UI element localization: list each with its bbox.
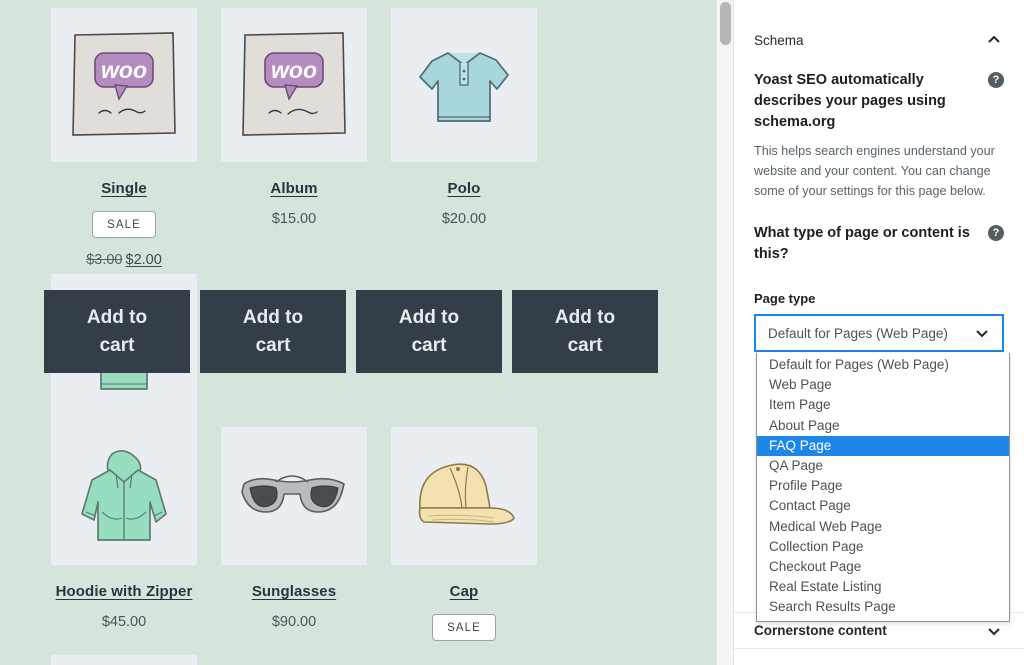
sale-badge: SALE — [432, 614, 496, 641]
product-row-2: Hoodie with Zipper $45.00 Sunglasses $90… — [44, 427, 694, 665]
baseball-cap-icon — [418, 463, 515, 525]
page-type-option[interactable]: Web Page — [757, 375, 1009, 395]
schema-panel-title: Schema — [754, 32, 804, 48]
hoodie-with-zipper-icon — [81, 450, 167, 541]
sale-badge: SALE — [92, 211, 156, 238]
help-circle-icon[interactable]: ? — [988, 72, 1004, 88]
page-type-select[interactable]: Default for Pages (Web Page) — [754, 314, 1004, 352]
page-type-option[interactable]: Default for Pages (Web Page) — [757, 355, 1009, 375]
product-image-hoodie-with-zipper[interactable] — [51, 427, 197, 565]
product-title[interactable]: Polo — [448, 180, 481, 197]
woo-single-album-cover-icon: woo — [72, 32, 176, 136]
product-image-single[interactable]: woo — [51, 8, 197, 162]
svg-text:woo: woo — [271, 57, 317, 83]
page-type-option[interactable]: Item Page — [757, 395, 1009, 415]
sale-price: $2.00 — [125, 252, 162, 268]
page-type-option[interactable]: Contact Page — [757, 496, 1009, 516]
product-price: $45.00 — [101, 614, 147, 630]
page-type-option[interactable]: About Page — [757, 416, 1009, 436]
vertical-scrollbar[interactable] — [716, 0, 733, 665]
svg-text:woo: woo — [101, 57, 147, 83]
page-type-select-wrapper: Default for Pages (Web Page) Default for… — [754, 314, 1010, 622]
page-type-option[interactable]: Profile Page — [757, 476, 1009, 496]
page-type-option[interactable]: Search Results Page — [757, 597, 1009, 617]
product-title[interactable]: Cap — [450, 583, 479, 600]
help-circle-icon[interactable]: ? — [988, 225, 1004, 241]
product-card-cap[interactable]: Cap SALE — [384, 427, 544, 655]
product-image-sunglasses[interactable] — [221, 427, 367, 565]
product-card-belt[interactable]: Belt SALE — [44, 655, 204, 665]
page-type-option[interactable]: Checkout Page — [757, 557, 1009, 577]
schema-intro-row: Yoast SEO automatically describes your p… — [754, 48, 1004, 133]
schema-panel-body: Yoast SEO automatically describes your p… — [734, 48, 1024, 622]
product-price: $3.00 $2.00 — [86, 252, 162, 268]
schema-panel-header[interactable]: Schema — [734, 0, 1024, 48]
chevron-up-icon[interactable] — [986, 32, 1002, 48]
schema-question-row: What type of page or content is this? ? — [754, 201, 1004, 265]
yoast-seo-sidebar: Schema Yoast SEO automatically describes… — [733, 0, 1024, 665]
product-title[interactable]: Single — [101, 180, 147, 197]
product-row-1: woo Single SALE $3.00 $2.00 woo Album $1… — [44, 8, 694, 499]
product-image-belt[interactable] — [51, 655, 197, 665]
chevron-down-icon[interactable] — [974, 325, 990, 341]
cornerstone-content-title: Cornerstone content — [754, 623, 887, 638]
add-to-cart-button-polo[interactable]: Add to cart — [356, 290, 502, 373]
product-price: $20.00 — [441, 211, 487, 227]
product-card-sunglasses[interactable]: Sunglasses $90.00 — [214, 427, 374, 655]
chevron-down-icon[interactable] — [986, 623, 1002, 639]
product-price: $90.00 — [271, 614, 317, 630]
add-to-cart-button-album[interactable]: Add to cart — [200, 290, 346, 373]
scrollbar-thumb[interactable] — [720, 2, 731, 45]
product-card-hoodie-with-zipper[interactable]: Hoodie with Zipper $45.00 — [44, 427, 204, 655]
page-type-option[interactable]: Medical Web Page — [757, 517, 1009, 537]
shop-product-grid-panel: woo Single SALE $3.00 $2.00 woo Album $1… — [0, 0, 716, 665]
product-title[interactable]: Hoodie with Zipper — [56, 583, 193, 600]
schema-intro-heading: Yoast SEO automatically describes your p… — [754, 72, 946, 130]
product-image-cap[interactable] — [391, 427, 537, 565]
sidebar-bottom-divider — [734, 648, 1024, 649]
page-type-option[interactable]: Collection Page — [757, 537, 1009, 557]
woo-album-cover-icon: woo — [242, 32, 346, 136]
add-to-cart-button-long-sleeve-tee[interactable]: Add to cart — [512, 290, 658, 373]
sunglasses-icon — [241, 475, 345, 513]
page-type-options-list[interactable]: Default for Pages (Web Page) Web Page Item… — [756, 353, 1010, 622]
schema-intro-body: This helps search engines understand you… — [754, 144, 995, 198]
add-to-cart-button-single[interactable]: Add to cart — [44, 290, 190, 373]
product-card-album[interactable]: woo Album $15.00 — [214, 8, 374, 274]
page-type-option[interactable]: Real Estate Listing — [757, 577, 1009, 597]
product-title[interactable]: Sunglasses — [252, 583, 336, 600]
product-card-polo[interactable]: Polo $20.00 — [384, 8, 544, 274]
product-card-single[interactable]: woo Single SALE $3.00 $2.00 — [44, 8, 204, 274]
add-to-cart-row-1: Add to cart Add to cart Add to cart Add … — [44, 290, 704, 373]
schema-question-heading: What type of page or content is this? — [754, 225, 970, 262]
product-title[interactable]: Album — [270, 180, 317, 197]
screen: woo Single SALE $3.00 $2.00 woo Album $1… — [0, 0, 1024, 665]
polo-shirt-icon — [419, 52, 509, 122]
product-image-polo[interactable] — [391, 8, 537, 162]
page-type-option[interactable]: QA Page — [757, 456, 1009, 476]
regular-price: $3.00 — [86, 252, 123, 268]
page-type-label: Page type — [754, 291, 816, 306]
page-type-selected-value: Default for Pages (Web Page) — [768, 325, 948, 341]
product-image-album[interactable]: woo — [221, 8, 367, 162]
product-price: $15.00 — [271, 211, 317, 227]
page-type-option[interactable]: FAQ Page — [757, 435, 1009, 457]
